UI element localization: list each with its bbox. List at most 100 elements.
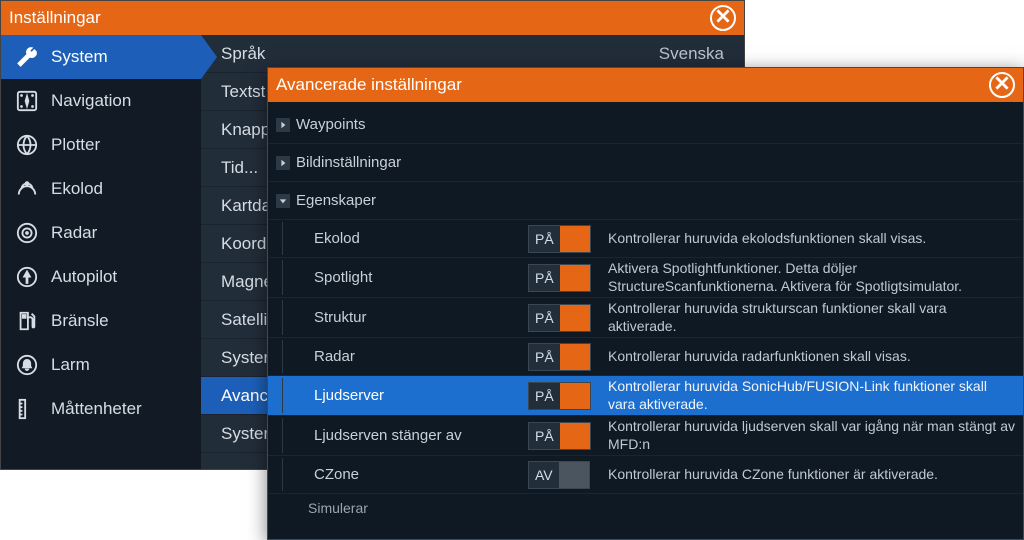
feature-description: Kontrollerar huruvida CZone funktioner ä… [594,466,1015,484]
feature-row[interactable]: EkolodPÅ Kontrollerar huruvida ekolodsfun… [268,220,1023,258]
tree-indent [282,222,308,255]
settings-row-label: Koord [221,234,266,254]
settings-row-value: Svenska [659,44,724,64]
sidebar-item-label: System [51,47,108,67]
toggle-knob [560,383,590,409]
settings-row-label: Kartda [221,196,271,216]
tree-indent [282,260,308,295]
toggle-knob [560,265,590,291]
feature-description: Kontrollerar huruvida ljudserven skall v… [594,418,1015,453]
feature-label: Struktur [308,309,528,326]
toggle-knob [560,226,590,252]
sidebar-item-label: Ekolod [51,179,103,199]
toggle-state-label: PÅ [529,310,560,326]
toggle-state-label: PÅ [529,388,560,404]
feature-description: Aktivera Spotlightfunktioner. Detta dölj… [594,260,1015,295]
feature-label: Ekolod [308,230,528,247]
sidebar-item-label: Navigation [51,91,131,111]
settings-row-label: Syster [221,424,269,444]
close-button[interactable] [989,72,1015,98]
feature-label: Ljudserver [308,387,528,404]
settings-title: Inställningar [9,8,101,28]
feature-row[interactable]: CZoneAVKontrollerar huruvida CZone funkt… [268,456,1023,494]
toggle-knob [560,423,590,449]
feature-row[interactable]: RadarPÅ Kontrollerar huruvida radarfunkti… [268,338,1023,376]
sidebar: System Navigation Plotter Ekolod Radar Autopi… [1,35,201,469]
toggle-knob [560,344,590,370]
advanced-body: Waypoints Bildinställningar Egenskaper Ekol… [268,102,1023,539]
sidebar-item-navigation[interactable]: Navigation [1,79,201,123]
tree-indent [282,418,308,453]
tree-indent [282,340,308,373]
feature-label: Spotlight [308,269,528,286]
chevron-right-icon [276,118,290,132]
tree-indent [282,300,308,335]
sidebar-item-label: Radar [51,223,97,243]
feature-description: Kontrollerar huruvida SonicHub/FUSION-Li… [594,378,1015,413]
toggle-state-label: PÅ [529,428,560,444]
settings-row-label: Magne [221,272,273,292]
toggle-switch[interactable]: PÅ [528,264,591,292]
arrow-circle-icon [15,265,39,289]
sidebar-item-bransle[interactable]: Bränsle [1,299,201,343]
toggle-knob [560,305,590,331]
sidebar-item-autopilot[interactable]: Autopilot [1,255,201,299]
sidebar-item-label: Måttenheter [51,399,142,419]
feature-description: Kontrollerar huruvida radarfunktionen sk… [594,348,1015,366]
sidebar-item-ekolod[interactable]: Ekolod [1,167,201,211]
sidebar-item-label: Autopilot [51,267,117,287]
feature-row[interactable]: Ljudserven stänger avPÅ Kontrollerar huru… [268,416,1023,456]
feature-description: Kontrollerar huruvida ekolodsfunktionen … [594,230,1015,248]
advanced-settings-window: Avancerade inställningar Waypoints Bildin… [267,67,1024,540]
tree-group[interactable]: Egenskaper [268,182,1023,220]
toggle-state-label: PÅ [529,231,560,247]
feature-label: Radar [308,348,528,365]
tree-indent [282,378,308,413]
tree-group-label: Egenskaper [296,192,376,209]
tree-group-label: Bildinställningar [296,154,401,171]
toggle-switch[interactable]: PÅ [528,225,591,253]
settings-titlebar: Inställningar [1,1,744,35]
sidebar-item-system[interactable]: System [1,35,201,79]
sonar-icon [15,177,39,201]
sidebar-item-label: Bränsle [51,311,109,331]
toggle-state-label: AV [529,467,559,483]
tree-group-label: Waypoints [296,116,365,133]
sidebar-item-radar[interactable]: Radar [1,211,201,255]
settings-row-label: Satelli [221,310,267,330]
toggle-state-label: PÅ [529,270,560,286]
toggle-state-label: PÅ [529,349,560,365]
settings-row-label: Språk [221,44,265,64]
feature-row[interactable]: StrukturPÅKontrollerar huruvida struktur… [268,298,1023,338]
tree-indent [282,458,308,491]
chevron-right-icon [276,156,290,170]
feature-row[interactable]: LjudserverPÅ Kontrollerar huruvida SonicH… [268,376,1023,416]
sidebar-item-label: Plotter [51,135,100,155]
target-icon [15,221,39,245]
tree-group[interactable]: Bildinställningar [268,144,1023,182]
close-icon [995,75,1009,95]
footer-row: Simulerar [268,494,1023,522]
settings-row-label: Knapp [221,120,270,140]
ruler-icon [15,397,39,421]
settings-row-label: Avanc [221,386,268,406]
chevron-down-icon [276,194,290,208]
advanced-titlebar: Avancerade inställningar [268,68,1023,102]
settings-row-label: Tid... [221,158,258,178]
close-button[interactable] [710,5,736,31]
tree-group[interactable]: Waypoints [268,106,1023,144]
toggle-switch[interactable]: PÅ [528,382,591,410]
sidebar-item-larm[interactable]: Larm [1,343,201,387]
settings-row-label: Syster [221,348,269,368]
toggle-switch[interactable]: PÅ [528,343,591,371]
sidebar-item-plotter[interactable]: Plotter [1,123,201,167]
toggle-switch[interactable]: AV [528,461,590,489]
toggle-switch[interactable]: PÅ [528,304,591,332]
advanced-title: Avancerade inställningar [276,75,462,95]
toggle-switch[interactable]: PÅ [528,422,591,450]
toggle-knob [559,462,589,488]
bell-icon [15,353,39,377]
feature-label: Ljudserven stänger av [308,427,528,444]
feature-row[interactable]: SpotlightPÅ Aktivera Spotlightfunktioner.… [268,258,1023,298]
sidebar-item-matten[interactable]: Måttenheter [1,387,201,431]
